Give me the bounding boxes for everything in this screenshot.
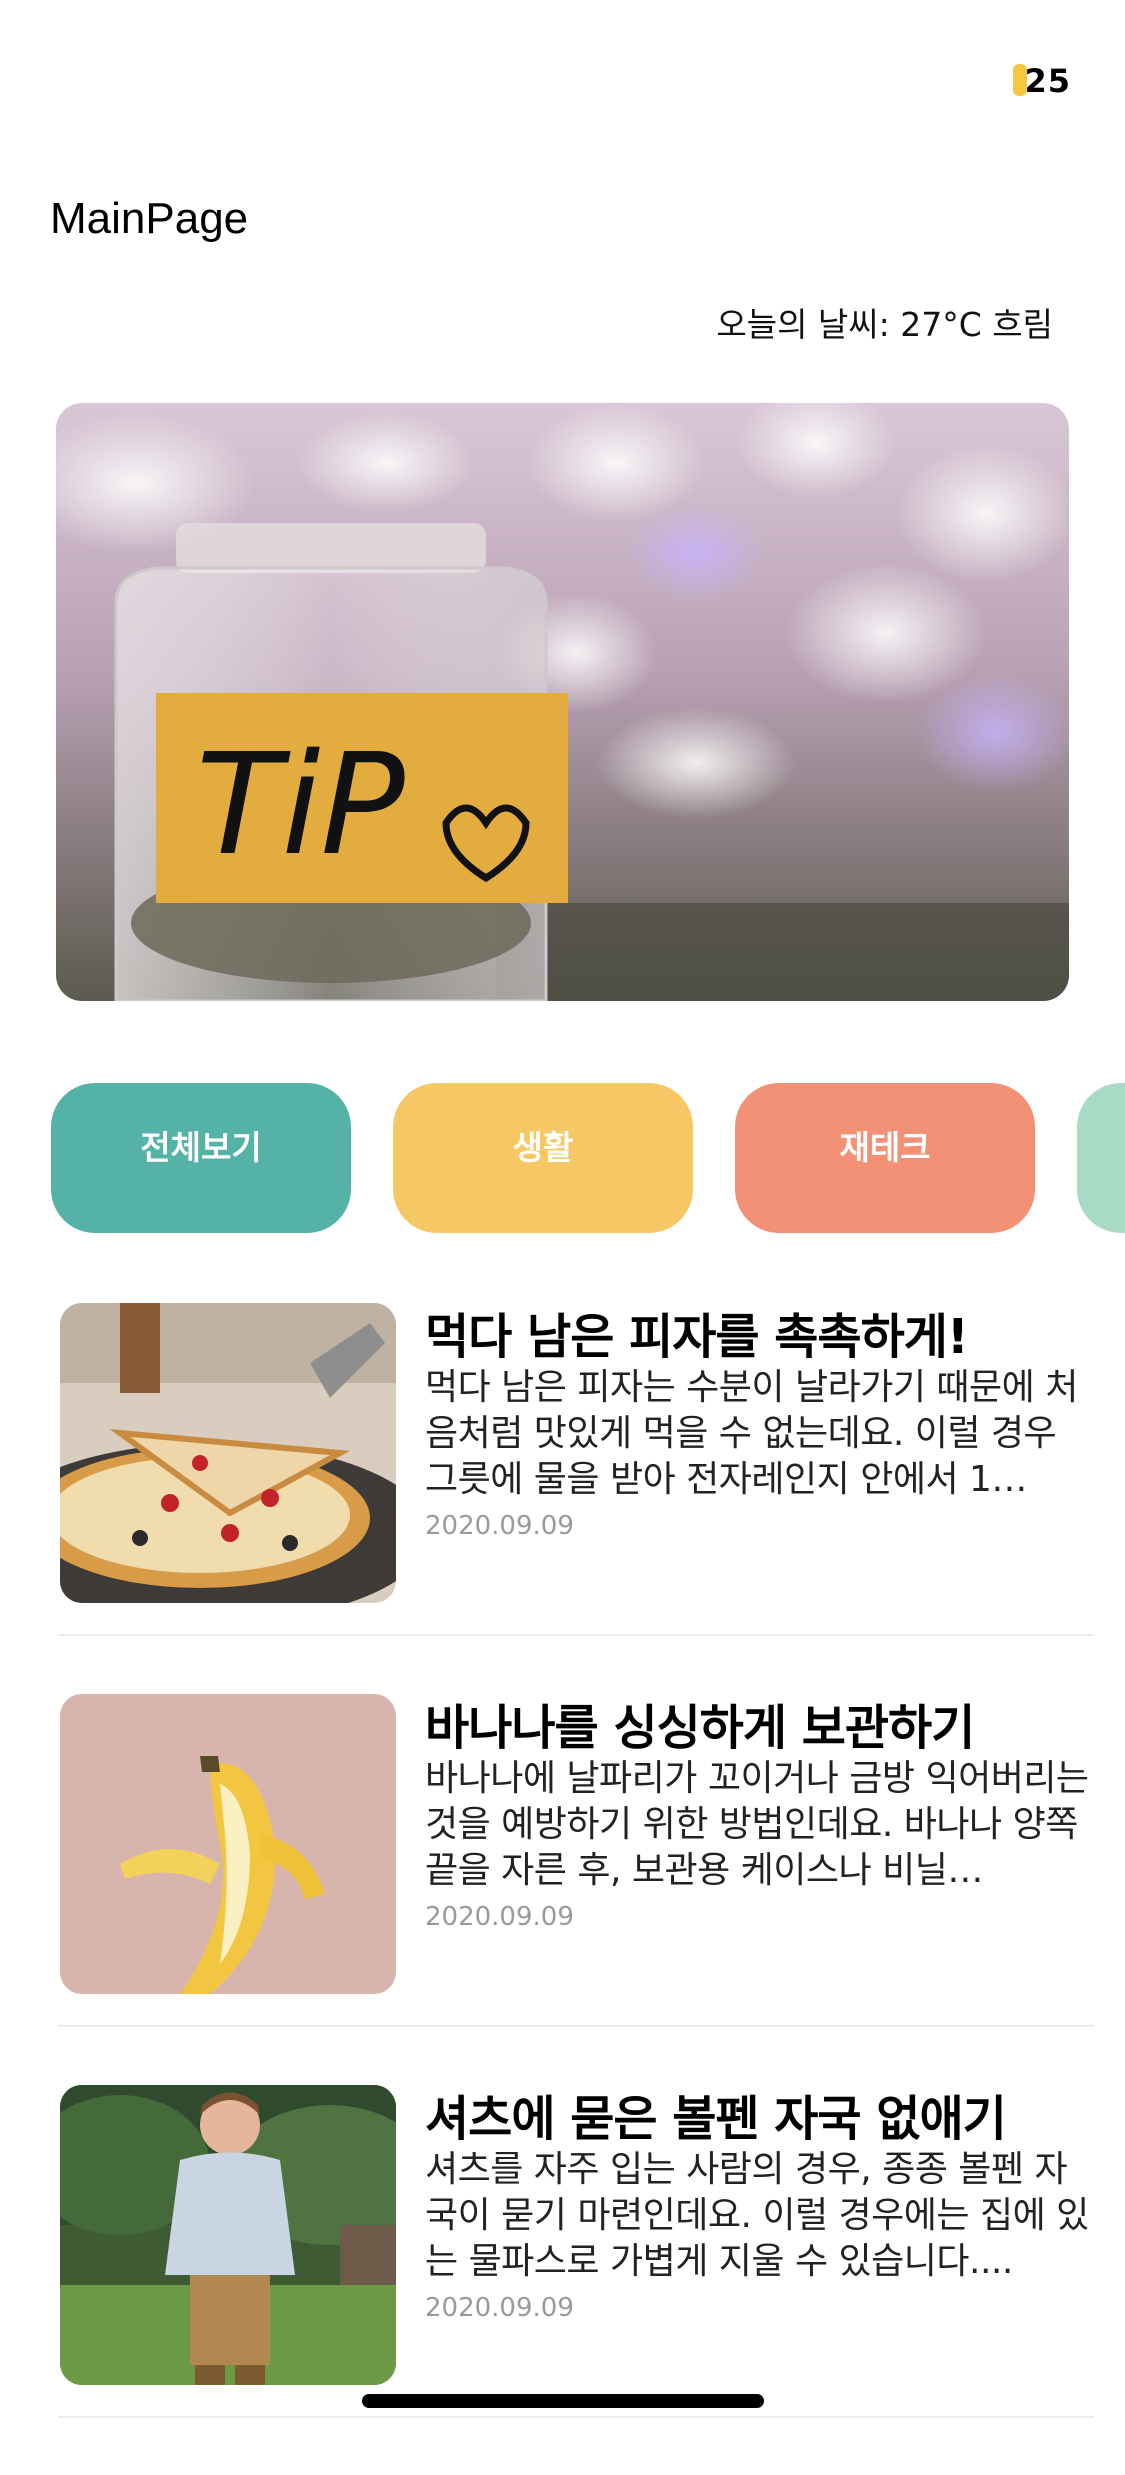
divider: [58, 2416, 1094, 2418]
page-title: MainPage: [50, 194, 249, 243]
article-title: 셔츠에 묻은 볼펜 자국 없애기: [425, 2091, 1007, 2147]
article-summary: 셔츠를 자주 입는 사람의 경우, 종종 볼펜 자국이 묻기 마련인데요. 이럴…: [425, 2149, 1089, 2282]
boy-shirt-thumbnail: [60, 2085, 396, 2385]
article-title: 바나나를 싱싱하게 보관하기: [425, 1700, 975, 1756]
banana-thumbnail: [60, 1694, 396, 1994]
tip-jar-image: TiP: [56, 403, 1069, 1001]
chip-finance[interactable]: 재테크: [735, 1083, 1035, 1233]
article-date: 2020.09.09: [425, 2293, 574, 2323]
tip-label-text: TiP: [196, 724, 405, 887]
status-bar: 25: [0, 0, 1125, 140]
home-indicator[interactable]: [362, 2394, 764, 2408]
article-summary: 바나나에 날파리가 꼬이거나 금방 익어버리는 것을 예방하기 위한 방법인데요…: [425, 1758, 1089, 1891]
chip-life[interactable]: 생활: [393, 1083, 693, 1233]
chip-all[interactable]: 전체보기: [51, 1083, 351, 1233]
divider: [58, 2025, 1094, 2027]
pizza-thumbnail: [60, 1303, 396, 1603]
divider: [58, 1634, 1094, 1636]
chip-next[interactable]: [1077, 1083, 1125, 1233]
hero-banner[interactable]: TiP: [56, 403, 1069, 1001]
weather-label: 오늘의 날씨: 27°C 흐림: [716, 305, 1053, 344]
article-summary: 먹다 남은 피자는 수분이 날라가기 때문에 처음처럼 맛있게 먹을 수 없는데…: [425, 1367, 1078, 1500]
article-title: 먹다 남은 피자를 촉촉하게!: [425, 1309, 969, 1365]
article-date: 2020.09.09: [425, 1511, 574, 1541]
category-chips: 전체보기 생활 재테크: [0, 1083, 1125, 1233]
article-date: 2020.09.09: [425, 1902, 574, 1932]
status-time: 25: [1024, 62, 1071, 100]
